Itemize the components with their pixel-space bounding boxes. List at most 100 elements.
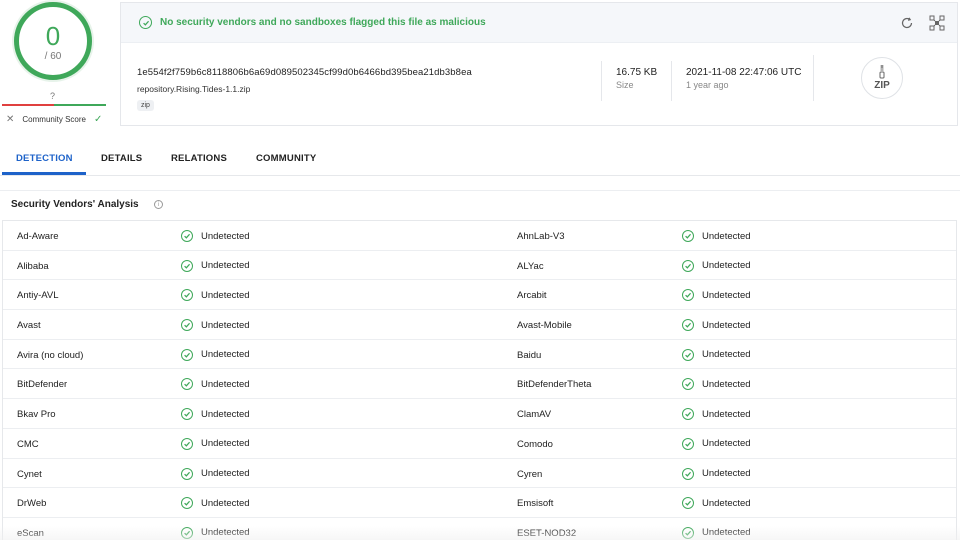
vendor-result: Undetected [682, 230, 751, 242]
vendor-result-label: Undetected [201, 408, 250, 420]
analysis-date-relative: 1 year ago [686, 80, 729, 90]
tab-details[interactable]: DETAILS [101, 153, 142, 164]
vendor-result: Undetected [682, 467, 751, 480]
check-circle-icon [682, 497, 694, 510]
check-circle-icon [181, 378, 193, 391]
table-row: Cynet Undetected Cyren Undetected [3, 459, 956, 489]
vendor-name: Ad-Aware [17, 231, 59, 242]
check-circle-icon [682, 378, 694, 391]
table-row: Bkav Pro Undetected ClamAV Undetected [3, 399, 956, 429]
check-circle-icon [181, 408, 193, 421]
file-type-label: ZIP [874, 80, 890, 91]
verdict-text: No security vendors and no sandboxes fla… [160, 17, 486, 28]
vendor-result: Undetected [682, 437, 751, 450]
check-circle-icon [181, 437, 193, 450]
table-row: BitDefender Undetected BitDefenderTheta Und… [3, 369, 956, 400]
detection-count: 0 [45, 20, 61, 51]
vendor-result: Undetected [181, 289, 250, 302]
tab-relations[interactable]: RELATIONS [171, 153, 227, 164]
vendor-name: Antiy-AVL [17, 290, 59, 302]
vendor-name: Avast-Mobile [517, 320, 572, 332]
detection-score-widget: 0 / 60 ? ✕ Community Score ✓ [0, 0, 110, 130]
vendor-result: Undetected [181, 230, 250, 242]
vendor-name: ALYac [517, 260, 544, 272]
table-row: Antiy-AVL Undetected Arcabit Undetected [3, 280, 956, 311]
tab-detection[interactable]: DETECTION [16, 153, 73, 164]
vendor-name: BitDefenderTheta [517, 379, 592, 391]
vendor-result-label: Undetected [702, 230, 751, 242]
analysis-date-value: 2021-11-08 22:47:06 UTC [686, 67, 802, 78]
vendor-result: Undetected [181, 319, 250, 332]
check-circle-icon [682, 259, 694, 272]
vendor-result: Undetected [682, 319, 751, 332]
check-circle-icon [181, 259, 193, 272]
info-icon[interactable]: i [154, 200, 163, 209]
tab-community[interactable]: COMMUNITY [256, 153, 316, 164]
vendor-result: Undetected [181, 467, 250, 480]
table-row: Avast Undetected Avast-Mobile Undetected [3, 310, 956, 340]
file-size-value: 16.75 KB [616, 67, 658, 78]
file-name: repository.Rising.Tides-1.1.zip [137, 84, 251, 94]
divider [601, 61, 602, 101]
section-divider [0, 190, 960, 191]
check-circle-icon [682, 348, 694, 361]
community-score-bar-negative [2, 104, 54, 106]
vendor-results-table: Ad-Aware Undetected AhnLab-V3 Undetected Ali… [2, 220, 957, 540]
vendor-result: Undetected [682, 348, 751, 361]
vendor-result: Undetected [181, 437, 250, 450]
table-row: DrWeb Undetected Emsisoft Undetected [3, 488, 956, 518]
community-score-row: ✕ Community Score ✓ [6, 114, 106, 125]
vendor-result-label: Undetected [702, 497, 751, 509]
file-tag[interactable]: zip [137, 100, 154, 111]
vote-malicious-icon[interactable]: ✕ [6, 114, 14, 125]
vendor-result-label: Undetected [201, 497, 250, 509]
vendor-result-label: Undetected [702, 468, 751, 479]
vendor-result: Undetected [181, 348, 250, 361]
vendor-result-label: Undetected [702, 349, 751, 361]
vendor-name: Cyren [517, 468, 543, 480]
zip-file-icon: ZIP [861, 57, 903, 99]
vendor-result: Undetected [181, 259, 250, 272]
vendor-result-label: Undetected [201, 349, 250, 361]
vendor-result-label: Undetected [201, 378, 250, 390]
vendor-name: DrWeb [17, 498, 47, 510]
vendor-name: Avast [17, 320, 41, 332]
vendor-name: Cynet [17, 468, 42, 480]
file-size-label: Size [616, 80, 634, 90]
scroll-fade [0, 526, 960, 540]
vendor-result: Undetected [682, 378, 751, 391]
vendor-result: Undetected [181, 378, 250, 391]
vendor-name: Arcabit [517, 290, 547, 302]
graph-icon[interactable] [929, 15, 945, 31]
active-tab-indicator [2, 172, 86, 175]
divider [671, 61, 672, 101]
verdict-banner: No security vendors and no sandboxes fla… [121, 3, 957, 43]
check-circle-icon [682, 437, 694, 450]
vendor-result: Undetected [181, 497, 250, 510]
check-circle-icon [181, 230, 193, 242]
vendor-name: Avira (no cloud) [17, 349, 84, 361]
vendor-name: Baidu [517, 349, 542, 361]
vendor-result-label: Undetected [201, 319, 250, 331]
table-row: Avira (no cloud) Undetected Baidu Undetecte… [3, 340, 956, 370]
score-ring: 0 / 60 [14, 2, 92, 80]
vendor-name: AhnLab-V3 [517, 231, 565, 242]
vendor-name: Alibaba [17, 260, 49, 272]
vendor-result-label: Undetected [201, 438, 250, 450]
vendor-result-label: Undetected [201, 468, 250, 479]
check-circle-icon [682, 289, 694, 302]
table-row: Ad-Aware Undetected AhnLab-V3 Undetected [3, 221, 956, 251]
check-circle-icon [181, 289, 193, 302]
vendor-result-label: Undetected [702, 438, 751, 450]
file-hash[interactable]: 1e554f2f759b6c8118806b6a69d089502345cf99… [137, 67, 472, 78]
engine-total: / 60 [44, 50, 62, 62]
vendor-name: BitDefender [17, 379, 68, 391]
refresh-icon[interactable] [899, 15, 915, 31]
vendor-result: Undetected [181, 408, 250, 421]
check-circle-icon [181, 319, 193, 332]
vendor-result-label: Undetected [702, 319, 751, 331]
section-title: Security Vendors' Analysis [11, 199, 139, 210]
file-summary-panel: No security vendors and no sandboxes fla… [120, 2, 958, 126]
vote-harmless-icon[interactable]: ✓ [94, 114, 102, 125]
check-circle-icon [181, 497, 193, 510]
